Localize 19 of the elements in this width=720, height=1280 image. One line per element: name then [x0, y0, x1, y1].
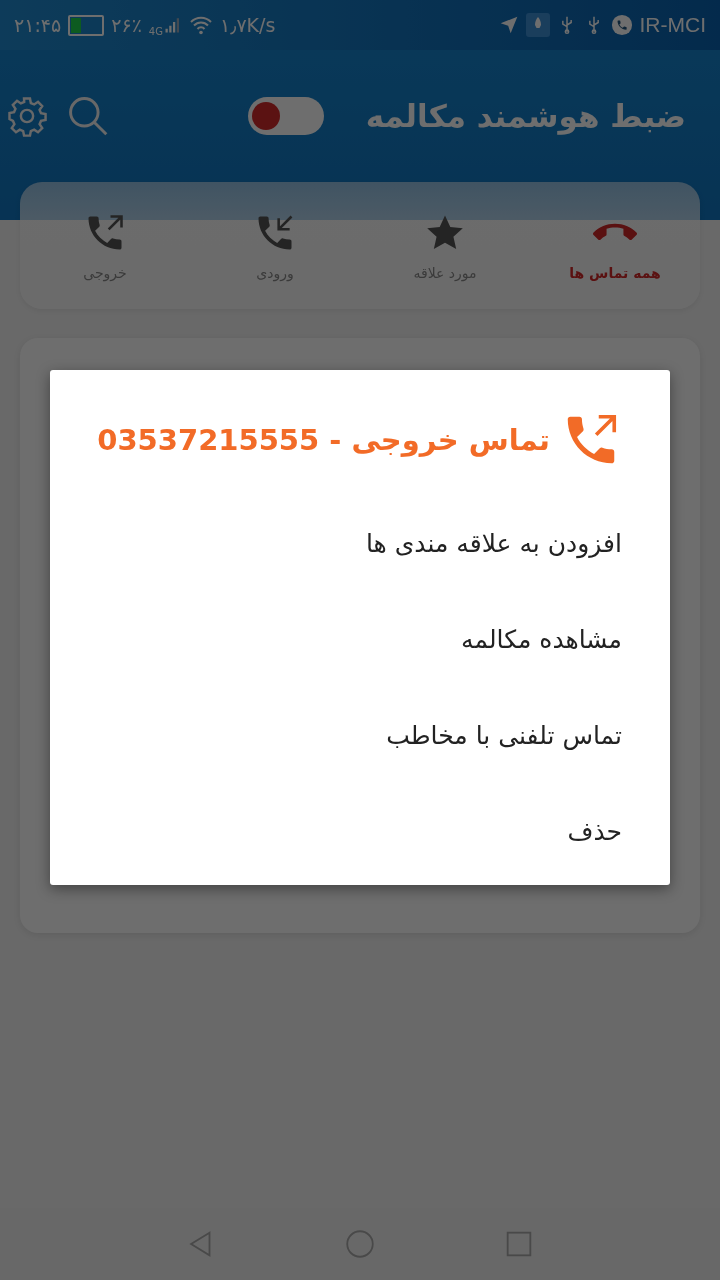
clock: ۲۱:۴۵ [14, 14, 62, 36]
app-title: ضبط هوشمند مکالمه [365, 98, 686, 134]
location-arrow-icon [498, 15, 519, 35]
battery-icon [68, 14, 105, 36]
carrier-name: IR-MCI [639, 13, 706, 37]
signal-icon [164, 16, 182, 34]
search-icon[interactable] [66, 94, 110, 138]
battery-percent: ۲۶٪ [111, 14, 142, 36]
menu-item[interactable]: افزودن به علاقه مندی ها [90, 495, 622, 591]
network-type: 4G [148, 26, 163, 37]
home-icon[interactable] [343, 1227, 377, 1261]
settings-icon[interactable] [6, 95, 48, 137]
phone-icon [610, 14, 633, 36]
dialog-title: تماس خروجی - 03537215555 [97, 423, 550, 457]
menu-item[interactable]: مشاهده مکالمه [90, 591, 622, 687]
menu-item[interactable]: حذف [90, 783, 622, 879]
menu-item[interactable]: تماس تلفنی با مخاطب [90, 687, 622, 783]
record-toggle[interactable] [247, 97, 324, 135]
network-speed: ۱٫۷K/s [220, 14, 276, 36]
